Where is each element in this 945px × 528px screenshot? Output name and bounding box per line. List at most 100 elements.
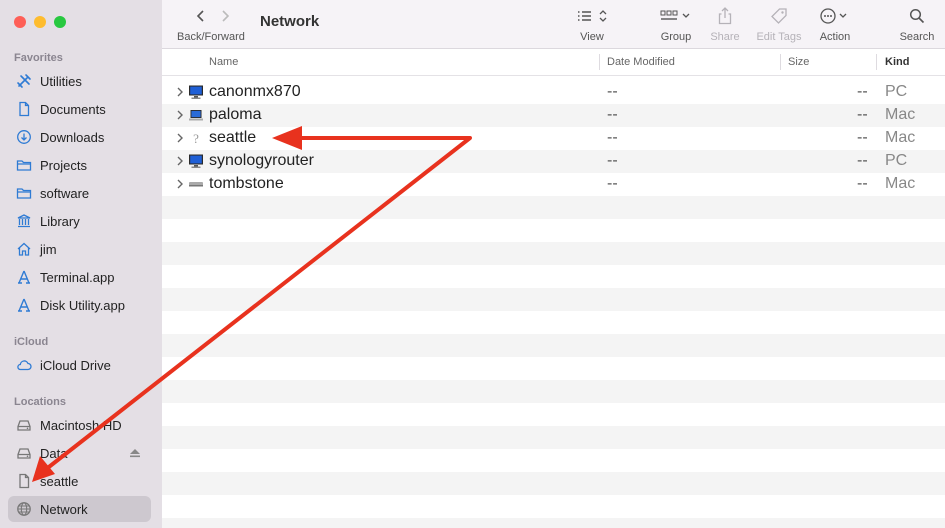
sidebar-item-icloud-drive[interactable]: iCloud Drive (8, 352, 151, 378)
disclosure-chevron-icon[interactable] (175, 85, 185, 99)
disclosure-chevron-icon[interactable] (175, 154, 185, 168)
eject-icon[interactable] (129, 447, 141, 459)
back-button[interactable] (193, 8, 209, 24)
edit-tags-button[interactable]: Edit Tags (752, 6, 806, 43)
disk-icon (16, 417, 32, 433)
sidebar-item-label: iCloud Drive (40, 357, 111, 373)
row-date: -- (607, 129, 618, 146)
laptop-icon (189, 110, 203, 121)
row-date: -- (607, 175, 618, 192)
share-button[interactable]: Share (707, 6, 743, 43)
column-size[interactable]: Size (788, 56, 809, 68)
table-row[interactable]: paloma -- -- Mac (162, 104, 945, 127)
sidebar-item-documents[interactable]: Documents (8, 96, 151, 122)
close-button[interactable] (14, 16, 26, 28)
back-forward-label: Back/Forward (177, 31, 245, 43)
group-button[interactable]: Group (653, 6, 699, 43)
row-name: canonmx870 (209, 83, 301, 100)
table-row[interactable]: ? seattle -- -- Mac (162, 127, 945, 150)
sidebar-item-label: seattle (40, 473, 79, 489)
column-kind[interactable]: Kind (885, 56, 909, 68)
row-name: tombstone (209, 175, 284, 192)
row-date: -- (607, 152, 618, 169)
empty-row (162, 242, 945, 265)
table-row[interactable]: canonmx870 -- -- PC (162, 81, 945, 104)
row-size: -- (857, 175, 868, 192)
window-title: Network (260, 13, 320, 30)
download-icon (16, 129, 32, 145)
row-kind: Mac (885, 106, 916, 123)
mac-mini-icon (189, 182, 203, 187)
pc-monitor-icon (189, 85, 203, 99)
empty-row (162, 196, 945, 219)
action-button[interactable]: Action (815, 6, 855, 43)
traffic-lights (14, 16, 66, 28)
action-icon (820, 8, 847, 24)
icloud-header: iCloud (14, 336, 49, 348)
sidebar-item-network[interactable]: Network (8, 496, 151, 522)
row-name: seattle (209, 129, 257, 146)
table-row[interactable]: tombstone -- -- Mac (162, 173, 945, 196)
app-icon (16, 297, 32, 313)
row-kind: PC (885, 83, 908, 100)
sidebar-item-utilities[interactable]: Utilities (8, 68, 151, 94)
sidebar-item-library[interactable]: Library (8, 208, 151, 234)
sidebar-item-label: Network (40, 501, 88, 517)
empty-row (162, 334, 945, 357)
pc-monitor-icon (189, 154, 203, 168)
sidebar-item-jim[interactable]: jim (8, 236, 151, 262)
sidebar-item-downloads[interactable]: Downloads (8, 124, 151, 150)
minimize-button[interactable] (34, 16, 46, 28)
view-label: View (580, 31, 604, 43)
empty-row (162, 472, 945, 495)
action-label: Action (819, 31, 851, 43)
sidebar-item-label: Terminal.app (40, 269, 115, 285)
globe-icon (16, 501, 32, 517)
zoom-button[interactable] (54, 16, 66, 28)
folder-icon (16, 157, 32, 173)
list-view-icon (578, 10, 607, 22)
cloud-icon (16, 357, 32, 373)
view-button[interactable]: View (572, 6, 612, 43)
sidebar-item-projects[interactable]: Projects (8, 152, 151, 178)
empty-row (162, 265, 945, 288)
sidebar-item-label: Disk Utility.app (40, 297, 126, 313)
share-icon (718, 7, 732, 25)
file-rows: canonmx870 -- -- PC paloma -- -- Mac ? s… (162, 81, 945, 528)
row-date: -- (607, 83, 618, 100)
sidebar-item-software[interactable]: software (8, 180, 151, 206)
share-label: Share (710, 31, 740, 43)
sidebar-item-terminal[interactable]: Terminal.app (8, 264, 151, 290)
sidebar-item-label: Data (40, 445, 68, 461)
column-date-modified[interactable]: Date Modified (607, 56, 675, 68)
empty-row (162, 357, 945, 380)
sidebar-item-seattle[interactable]: seattle (8, 468, 151, 494)
group-label: Group (660, 31, 692, 43)
sidebar-item-data[interactable]: Data (8, 440, 151, 466)
sidebar-item-label: Library (40, 213, 80, 229)
sidebar-item-label: Downloads (40, 129, 105, 145)
sidebar-item-label: software (40, 185, 90, 201)
locations-header: Locations (14, 396, 66, 408)
sidebar-item-label: Documents (40, 101, 106, 117)
disclosure-chevron-icon[interactable] (175, 177, 185, 191)
row-name: paloma (209, 106, 262, 123)
table-row[interactable]: synologyrouter -- -- PC (162, 150, 945, 173)
favorites-header: Favorites (14, 52, 63, 64)
row-size: -- (857, 152, 868, 169)
column-header: Name Date Modified Size Kind (162, 49, 945, 76)
forward-button[interactable] (217, 8, 233, 24)
row-name: synologyrouter (209, 152, 314, 169)
sidebar-item-macintosh-hd[interactable]: Macintosh HD (8, 412, 151, 438)
search-label: Search (899, 31, 935, 43)
sidebar-item-disk-utility[interactable]: Disk Utility.app (8, 292, 151, 318)
row-size: -- (857, 83, 868, 100)
column-name[interactable]: Name (209, 56, 238, 68)
disclosure-chevron-icon[interactable] (175, 131, 185, 145)
disclosure-chevron-icon[interactable] (175, 108, 185, 122)
tag-icon (771, 8, 787, 24)
search-button[interactable]: Search (897, 6, 937, 43)
empty-row (162, 426, 945, 449)
empty-row (162, 219, 945, 242)
row-size: -- (857, 106, 868, 123)
